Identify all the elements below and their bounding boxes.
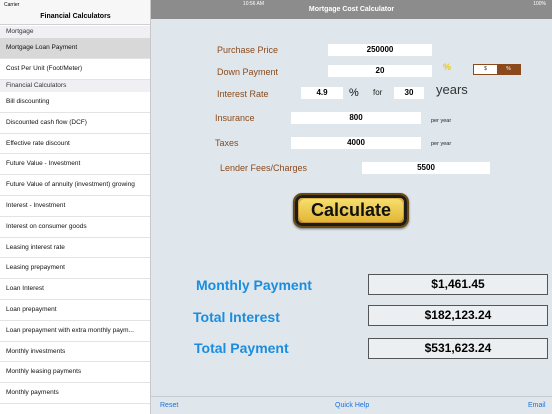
reset-button[interactable]: Reset <box>160 402 178 409</box>
sidebar-item-monthly-leasing-payments[interactable]: Monthly leasing payments <box>0 362 150 384</box>
sidebar-item-loan-interest[interactable]: Loan Interest <box>0 279 150 300</box>
percent-icon: % <box>443 62 452 72</box>
sidebar-item-mortgage-loan-payment[interactable]: Mortgage Loan Payment <box>0 38 150 59</box>
insurance-field[interactable]: 800 <box>291 112 421 124</box>
email-button[interactable]: Email <box>528 402 546 409</box>
lender-fees-field[interactable]: 5500 <box>362 162 490 174</box>
sidebar-item-bill-discounting[interactable]: Bill discounting <box>0 92 150 113</box>
monthly-payment-label: Monthly Payment <box>196 277 312 293</box>
years-field[interactable]: 30 <box>394 87 424 99</box>
calculate-button-label: Calculate <box>299 199 403 222</box>
quick-help-button[interactable]: Quick Help <box>335 402 369 409</box>
sidebar-item-loan-prepayment-extra[interactable]: Loan prepayment with extra monthly paym.… <box>0 321 150 342</box>
sidebar-item-future-value-investment[interactable]: Future Value - Investment <box>0 154 150 176</box>
for-label: for <box>373 88 383 97</box>
calculate-button[interactable]: Calculate <box>293 193 409 228</box>
interest-percent-sign: % <box>349 87 359 99</box>
sidebar-section-mortgage: Mortgage <box>0 26 150 38</box>
sidebar-item-dcf[interactable]: Discounted cash flow (DCF) <box>0 113 150 134</box>
interest-rate-field[interactable]: 4.9 <box>301 87 343 99</box>
bottom-toolbar: Reset Quick Help Email <box>151 396 552 414</box>
sidebar: Carrier Financial Calculators Mortgage M… <box>0 0 151 414</box>
sidebar-item-monthly-payments[interactable]: Monthly payments <box>0 383 150 404</box>
years-label: years <box>436 82 468 97</box>
down-payment-field[interactable]: 20 <box>328 65 432 77</box>
total-payment-value: $531,623.24 <box>368 338 548 359</box>
total-interest-label: Total Interest <box>193 309 280 325</box>
interest-rate-label: Interest Rate <box>217 89 269 99</box>
sidebar-item-leasing-interest-rate[interactable]: Leasing interest rate <box>0 238 150 259</box>
down-payment-unit-toggle[interactable]: $ % <box>473 64 521 75</box>
page-title: Mortgage Cost Calculator <box>308 6 395 13</box>
lender-fees-label: Lender Fees/Charges <box>220 163 308 173</box>
segment-percent[interactable]: % <box>497 65 520 74</box>
total-payment-label: Total Payment <box>194 340 289 356</box>
purchase-price-label: Purchase Price <box>217 45 279 55</box>
purchase-price-field[interactable]: 250000 <box>328 44 432 56</box>
sidebar-item-cost-per-unit[interactable]: Cost Per Unit (Foot/Meter) <box>0 59 150 80</box>
insurance-label: Insurance <box>215 113 255 123</box>
sidebar-item-effective-rate-discount[interactable]: Effective rate discount <box>0 134 150 155</box>
sidebar-title: Financial Calculators <box>0 9 150 25</box>
navigation-bar: 10:56 AM 100% Mortgage Cost Calculator <box>151 0 552 19</box>
total-interest-value: $182,123.24 <box>368 305 548 326</box>
taxes-unit: per year <box>431 141 452 147</box>
sidebar-item-leasing-prepayment[interactable]: Leasing prepayment <box>0 258 150 280</box>
sidebar-item-loan-prepayment[interactable]: Loan prepayment <box>0 300 150 321</box>
sidebar-item-monthly-investments[interactable]: Monthly investments <box>0 342 150 363</box>
sidebar-section-financial: Financial Calculators <box>0 80 150 92</box>
monthly-payment-value: $1,461.45 <box>368 274 548 295</box>
carrier-label: Carrier <box>4 2 20 8</box>
taxes-label: Taxes <box>215 138 239 148</box>
sidebar-item-interest-investment[interactable]: Interest - Investment <box>0 196 150 217</box>
sidebar-item-future-value-annuity[interactable]: Future Value of annuity (investment) gro… <box>0 175 150 196</box>
down-payment-label: Down Payment <box>217 67 279 77</box>
status-bar-left: Carrier <box>0 0 150 9</box>
sidebar-item-interest-consumer-goods[interactable]: Interest on consumer goods <box>0 217 150 238</box>
taxes-field[interactable]: 4000 <box>291 137 421 149</box>
segment-dollar[interactable]: $ <box>474 65 497 74</box>
insurance-unit: per year <box>431 118 452 124</box>
